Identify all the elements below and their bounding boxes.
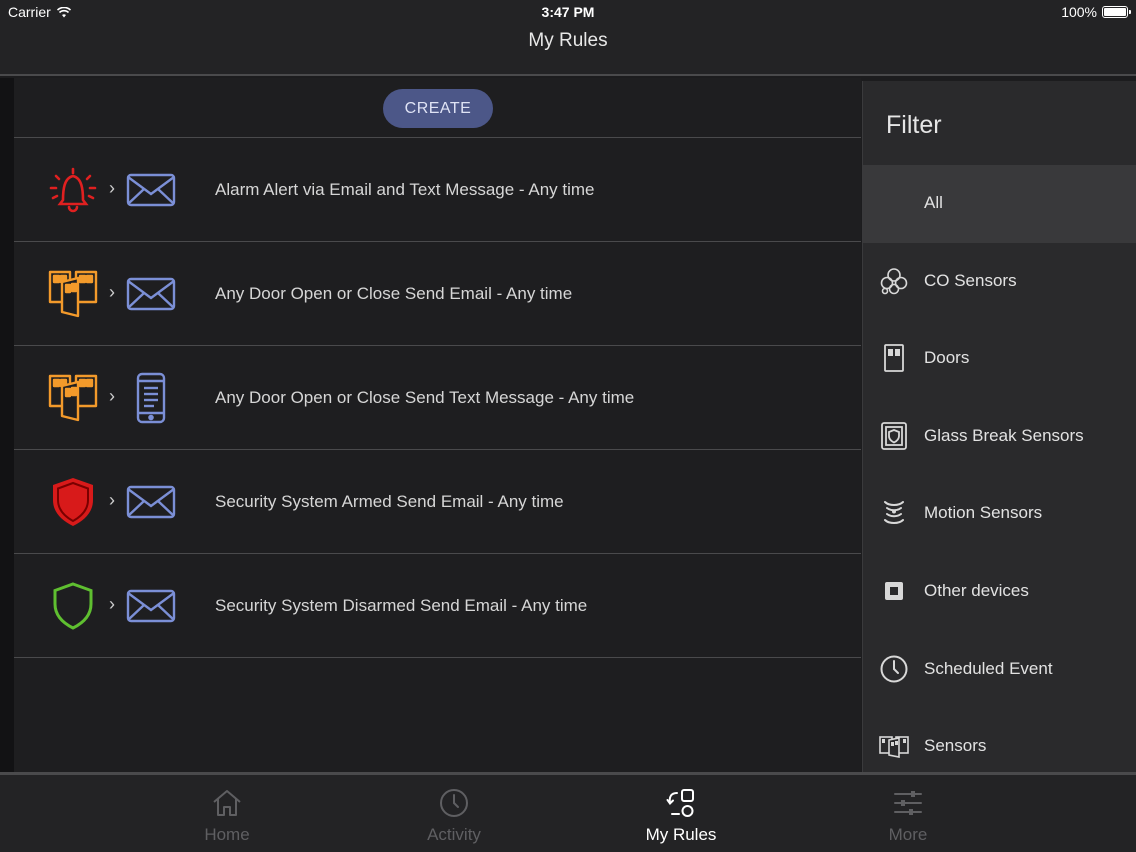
filter-item-all[interactable]: All — [863, 165, 1136, 243]
filter-panel: Filter All CO Sensors Doors Glass Break … — [862, 81, 1136, 772]
filter-item-label: Glass Break Sensors — [924, 425, 1084, 445]
motion-sensor-icon — [879, 498, 909, 528]
rule-row[interactable]: › Security System Armed Send Email - Any… — [14, 450, 861, 554]
filter-title: Filter — [886, 111, 942, 139]
page-title: My Rules — [528, 30, 608, 51]
rule-label: Any Door Open or Close Send Email - Any … — [215, 284, 573, 303]
shield-armed-icon — [46, 476, 100, 528]
clock-icon — [879, 654, 909, 684]
create-row: CREATE — [14, 78, 861, 138]
filter-item-label: Doors — [924, 348, 970, 368]
status-time: 3:47 PM — [541, 4, 595, 20]
battery-info: 100% — [1061, 4, 1131, 20]
filter-item-co-sensors[interactable]: CO Sensors — [863, 243, 1136, 321]
battery-icon — [1102, 6, 1131, 18]
chevron-right-icon: › — [109, 594, 115, 614]
home-icon — [211, 787, 243, 819]
rule-row[interactable]: › Security System Disarmed Send Email - … — [14, 554, 861, 658]
rules-icon — [665, 787, 697, 819]
filter-item-motion-sensors[interactable]: Motion Sensors — [863, 475, 1136, 553]
filter-item-label: Scheduled Event — [924, 658, 1053, 678]
filter-item-doors[interactable]: Doors — [863, 320, 1136, 398]
doors-icon — [46, 372, 100, 424]
chevron-right-icon: › — [109, 282, 115, 302]
chevron-right-icon: › — [109, 386, 115, 406]
rule-label: Security System Disarmed Send Email - An… — [215, 596, 588, 615]
rule-row[interactable]: › Alarm Alert via Email and Text Message… — [14, 138, 861, 242]
battery-percent: 100% — [1061, 4, 1097, 20]
tab-label: More — [888, 825, 928, 844]
filter-item-label: CO Sensors — [924, 270, 1017, 290]
other-device-icon — [879, 576, 909, 606]
rule-label: Security System Armed Send Email - Any t… — [215, 492, 564, 511]
door-icon — [879, 343, 909, 373]
tab-label: Activity — [427, 825, 481, 844]
left-edge-strip — [0, 78, 14, 772]
filter-item-scheduled-event[interactable]: Scheduled Event — [863, 631, 1136, 709]
filter-list: All CO Sensors Doors Glass Break Sensors… — [863, 165, 1136, 786]
tab-label: Home — [204, 825, 250, 844]
tab-bar: Home Activity My Rules More — [0, 772, 1136, 852]
alarm-bell-icon — [46, 164, 100, 216]
rules-list: › Alarm Alert via Email and Text Message… — [14, 138, 861, 658]
filter-item-glass-break-sensors[interactable]: Glass Break Sensors — [863, 398, 1136, 476]
tab-label: My Rules — [645, 825, 717, 844]
sensors-icon — [879, 731, 909, 761]
rule-label: Any Door Open or Close Send Text Message… — [215, 388, 635, 407]
phone-icon — [124, 372, 178, 424]
carrier-label: Carrier — [8, 4, 51, 20]
status-bar: Carrier 3:47 PM 100% — [0, 0, 1136, 24]
rule-row[interactable]: › Any Door Open or Close Send Email - An… — [14, 242, 861, 346]
doors-icon — [46, 268, 100, 320]
tab-more[interactable]: More — [848, 783, 968, 849]
carrier-info: Carrier — [8, 4, 71, 20]
filter-item-label: All — [924, 193, 943, 212]
shield-disarmed-icon — [46, 580, 100, 632]
envelope-icon — [124, 580, 178, 632]
rule-label: Alarm Alert via Email and Text Message -… — [215, 180, 595, 199]
rules-panel: CREATE › Alarm Alert via Email and Text … — [14, 78, 861, 772]
create-button[interactable]: CREATE — [383, 89, 493, 128]
co-sensor-icon — [879, 266, 909, 296]
glass-break-icon — [879, 421, 909, 451]
filter-item-other-devices[interactable]: Other devices — [863, 553, 1136, 631]
envelope-icon — [124, 476, 178, 528]
filter-item-label: Motion Sensors — [924, 503, 1043, 523]
tab-my-rules[interactable]: My Rules — [621, 783, 741, 849]
chevron-right-icon: › — [109, 178, 115, 198]
envelope-icon — [124, 268, 178, 320]
tab-activity[interactable]: Activity — [394, 783, 514, 849]
tab-home[interactable]: Home — [167, 783, 287, 849]
navigation-bar: My Rules — [0, 24, 1136, 76]
chevron-right-icon: › — [109, 490, 115, 510]
rule-row[interactable]: › Any Door Open or Close Send Text Messa… — [14, 346, 861, 450]
filter-item-label: Other devices — [924, 580, 1029, 600]
sliders-icon — [892, 787, 924, 819]
envelope-icon — [124, 164, 178, 216]
filter-item-label: Sensors — [924, 736, 987, 756]
clock-icon — [438, 787, 470, 819]
wifi-icon — [56, 6, 71, 17]
